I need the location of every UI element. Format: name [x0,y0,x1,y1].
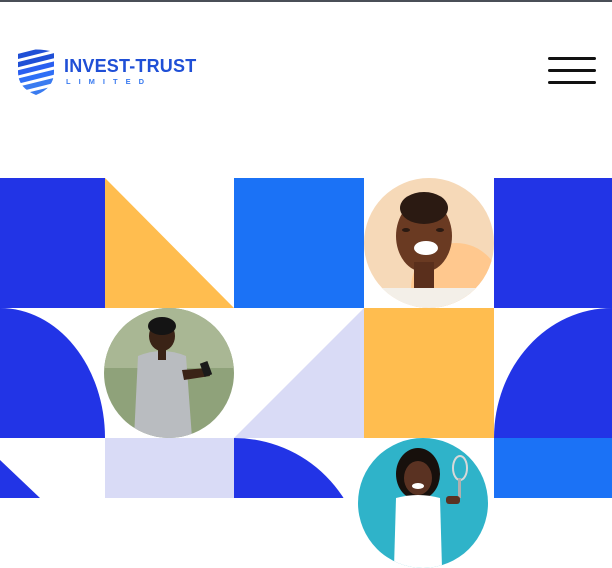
tile-sky-blue [234,178,364,308]
tile-sky-blue [494,438,612,498]
tile-royal-blue [0,178,105,308]
tile-amber-triangle [105,178,234,308]
woman-with-whisk-photo [358,438,488,568]
menu-bar [548,57,596,60]
man-with-phone-photo [104,308,234,438]
hamburger-menu-icon[interactable] [548,57,596,87]
tile-lavender-triangle [234,308,364,438]
hero-mosaic [0,178,612,498]
tile-royal-triangle [0,460,40,498]
menu-bar [548,81,596,84]
tile-amber [364,308,494,438]
brand-tagline: LIMITED [66,77,152,86]
menu-bar [548,69,596,72]
tile-royal-quarter-circle [0,308,105,438]
brand-name: INVEST-TRUST [64,56,197,76]
shield-stripes-icon [18,49,54,95]
tile-royal-quarter-circle [494,308,612,438]
tile-royal-blue [494,178,612,308]
tile-royal-quarter-circle [234,438,344,498]
brand-logo[interactable]: INVEST-TRUST LIMITED [16,48,196,96]
top-border [0,0,612,2]
tile-lavender [105,438,234,498]
laughing-woman-photo [364,178,494,308]
